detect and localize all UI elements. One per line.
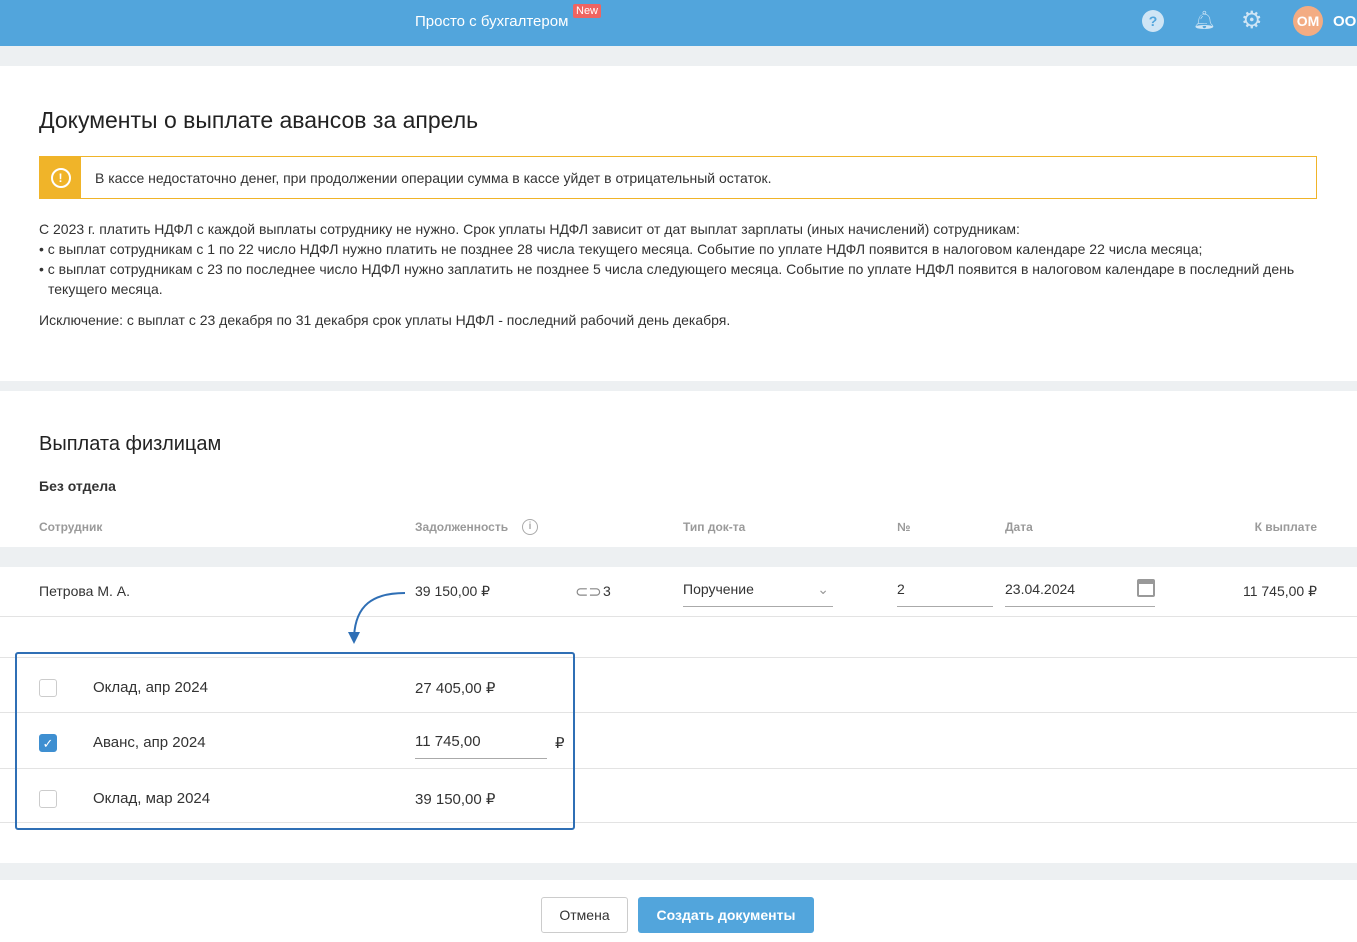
divider bbox=[0, 547, 1357, 567]
number-value: 2 bbox=[897, 581, 905, 597]
item-label: Аванс, апр 2024 bbox=[93, 734, 206, 751]
info-paragraph: С 2023 г. платить НДФЛ с каждой выплаты … bbox=[39, 221, 1020, 237]
warning-text: В кассе недостаточно денег, при продолже… bbox=[95, 169, 772, 186]
group-title: Без отдела bbox=[39, 478, 116, 494]
info-exception: Исключение: с выплат с 23 декабря по 31 … bbox=[39, 312, 731, 328]
help-icon[interactable]: ? bbox=[1142, 10, 1164, 32]
avatar[interactable]: ОМ bbox=[1293, 6, 1323, 36]
col-employee: Сотрудник bbox=[39, 520, 103, 534]
info-bullet: • с выплат сотрудникам с 1 по 22 число Н… bbox=[39, 241, 1203, 257]
info-icon[interactable]: i bbox=[522, 519, 538, 535]
item-checkbox[interactable] bbox=[39, 790, 57, 808]
col-date: Дата bbox=[1005, 520, 1033, 534]
org-name[interactable]: ООО bbox=[1333, 13, 1357, 30]
employee-name: Петрова М. А. bbox=[39, 583, 130, 599]
col-num: № bbox=[897, 520, 911, 534]
info-bullet: • с выплат сотрудникам с 23 по последнее… bbox=[39, 261, 1295, 297]
item-label: Оклад, мар 2024 bbox=[93, 790, 211, 807]
item-amount-input[interactable]: 11 745,00 bbox=[415, 733, 547, 759]
date-input[interactable]: 23.04.2024 bbox=[1005, 579, 1155, 607]
link-icon[interactable]: ⊂⊃ bbox=[575, 582, 602, 602]
warning-banner: ! В кассе недостаточно денег, при продол… bbox=[39, 156, 1317, 199]
arrow-annotation bbox=[348, 592, 406, 644]
divider bbox=[0, 616, 1357, 617]
item-checkbox[interactable] bbox=[39, 679, 57, 697]
cancel-button[interactable]: Отмена bbox=[541, 897, 628, 933]
calendar-icon[interactable] bbox=[1137, 579, 1155, 597]
bell-icon[interactable]: 🔔︎ bbox=[1193, 10, 1216, 31]
gear-icon[interactable]: ⚙ bbox=[1241, 6, 1263, 35]
item-amount: 27 405,00 ₽ bbox=[415, 680, 496, 697]
pay-amount: 11 745,00 ₽ bbox=[1242, 583, 1317, 599]
ndfl-info: С 2023 г. платить НДФЛ с каждой выплаты … bbox=[39, 219, 1329, 330]
new-badge: New bbox=[573, 4, 602, 18]
page-title: Документы о выплате авансов за апрель bbox=[39, 107, 479, 133]
doctype-value: Поручение bbox=[683, 581, 754, 597]
chevron-down-icon: ⌄ bbox=[817, 581, 829, 597]
date-value: 23.04.2024 bbox=[1005, 581, 1076, 597]
col-doctype: Тип док-та bbox=[683, 520, 746, 534]
doctype-select[interactable]: Поручение ⌄ bbox=[683, 581, 833, 607]
item-amount: 39 150,00 ₽ bbox=[415, 791, 496, 808]
links-count: 3 bbox=[603, 583, 611, 599]
col-debt: Задолженность bbox=[415, 520, 509, 534]
col-pay: К выплате bbox=[1254, 520, 1317, 534]
item-label: Оклад, апр 2024 bbox=[93, 679, 208, 696]
number-input[interactable]: 2 bbox=[897, 581, 993, 607]
warning-icon: ! bbox=[40, 157, 81, 198]
debt-amount: 39 150,00 ₽ bbox=[415, 583, 491, 599]
item-amount-value: 11 745,00 bbox=[415, 733, 481, 750]
brand-link[interactable]: Просто с бухгалтером bbox=[415, 13, 568, 30]
create-documents-button[interactable]: Создать документы bbox=[638, 897, 814, 933]
section-title: Выплата физлицам bbox=[39, 433, 222, 455]
item-checkbox[interactable]: ✓ bbox=[39, 734, 57, 752]
currency-label: ₽ bbox=[555, 735, 565, 752]
